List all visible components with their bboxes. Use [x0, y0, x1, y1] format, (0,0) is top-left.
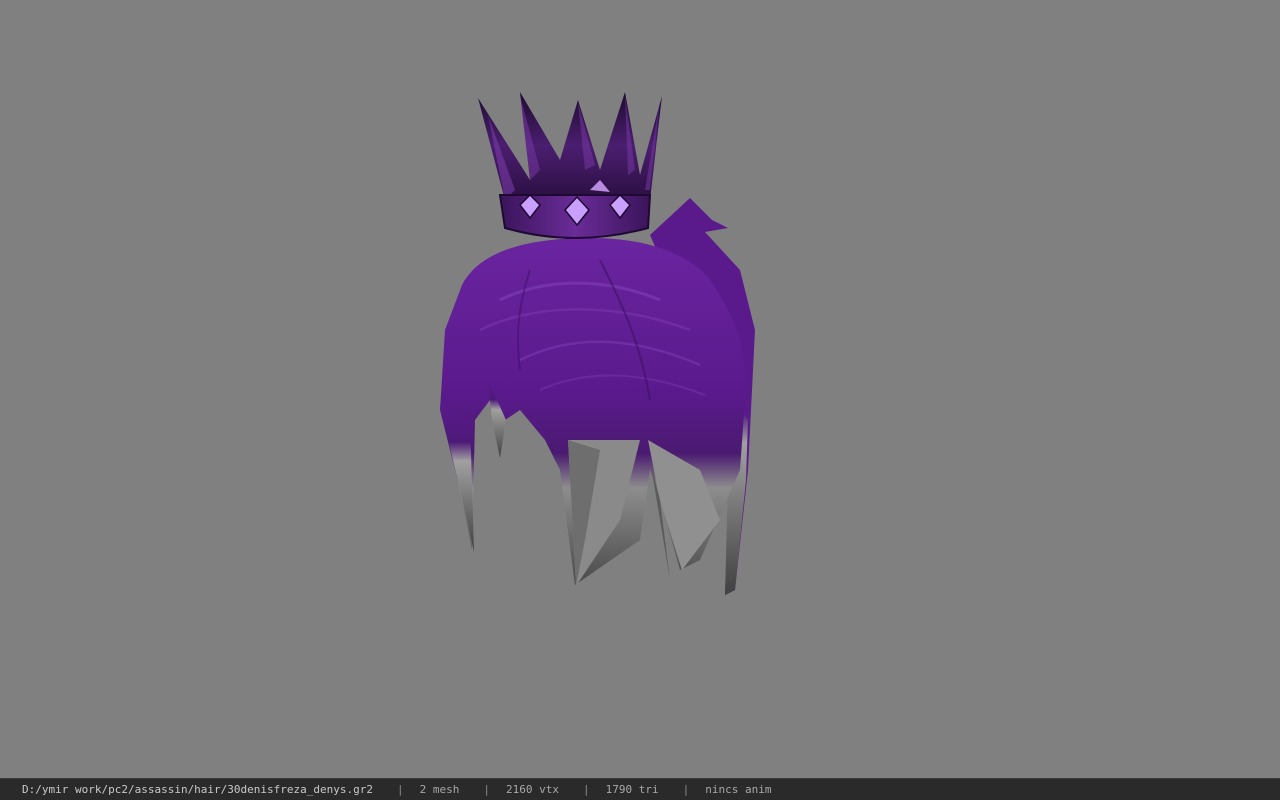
file-path: D:/ymir work/pc2/assassin/hair/30denisfr… [22, 783, 373, 796]
separator: | [682, 783, 690, 796]
triangle-count: 1790 tri [605, 783, 659, 796]
mesh-count: 2 mesh [419, 783, 460, 796]
vertex-count: 2160 vtx [506, 783, 559, 796]
model-render[interactable] [0, 0, 1280, 778]
separator: | [483, 783, 490, 796]
3d-viewport[interactable] [0, 0, 1280, 778]
animation-status: nincs anim [705, 783, 772, 796]
hair-mass [440, 238, 746, 586]
crown [478, 92, 662, 239]
separator: | [582, 783, 590, 796]
separator: | [397, 783, 404, 796]
status-bar: D:/ymir work/pc2/assassin/hair/30denisfr… [0, 778, 1280, 800]
